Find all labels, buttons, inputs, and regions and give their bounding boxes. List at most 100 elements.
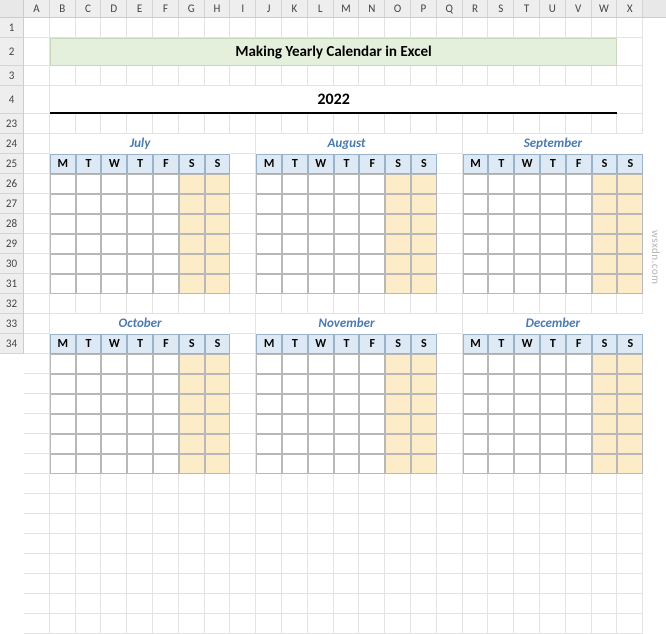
calendar-cell[interactable] — [50, 374, 76, 394]
calendar-cell[interactable] — [359, 414, 385, 434]
calendar-cell[interactable] — [205, 234, 231, 254]
calendar-cell[interactable] — [282, 214, 308, 234]
col-header[interactable]: F — [153, 0, 179, 17]
calendar-cell[interactable] — [488, 354, 514, 374]
calendar-cell[interactable] — [205, 194, 231, 214]
col-header[interactable]: M — [334, 0, 360, 17]
col-header[interactable]: G — [179, 0, 205, 17]
calendar-cell[interactable] — [256, 394, 282, 414]
calendar-cell[interactable] — [463, 174, 489, 194]
calendar-cell[interactable] — [282, 234, 308, 254]
calendar-cell[interactable] — [566, 454, 592, 474]
calendar-cell[interactable] — [127, 214, 153, 234]
calendar-cell[interactable] — [179, 194, 205, 214]
calendar-cell[interactable] — [566, 414, 592, 434]
calendar-cell[interactable] — [127, 414, 153, 434]
calendar-cell[interactable] — [50, 414, 76, 434]
calendar-cell[interactable] — [101, 414, 127, 434]
calendar-cell[interactable] — [76, 374, 102, 394]
col-header[interactable]: P — [411, 0, 437, 17]
col-header[interactable]: H — [205, 0, 231, 17]
col-header[interactable]: U — [540, 0, 566, 17]
calendar-cell[interactable] — [514, 254, 540, 274]
calendar-cell[interactable] — [205, 394, 231, 414]
col-header[interactable]: T — [514, 0, 540, 17]
calendar-cell[interactable] — [282, 254, 308, 274]
calendar-cell[interactable] — [385, 394, 411, 414]
calendar-cell[interactable] — [127, 434, 153, 454]
calendar-cell[interactable] — [334, 374, 360, 394]
calendar-cell[interactable] — [514, 214, 540, 234]
calendar-cell[interactable] — [617, 234, 643, 254]
calendar-cell[interactable] — [411, 434, 437, 454]
calendar-cell[interactable] — [334, 174, 360, 194]
calendar-cell[interactable] — [179, 354, 205, 374]
calendar-cell[interactable] — [617, 214, 643, 234]
calendar-cell[interactable] — [463, 454, 489, 474]
calendar-cell[interactable] — [463, 274, 489, 294]
calendar-cell[interactable] — [411, 354, 437, 374]
calendar-cell[interactable] — [101, 274, 127, 294]
col-header[interactable]: E — [127, 0, 153, 17]
calendar-cell[interactable] — [50, 194, 76, 214]
calendar-cell[interactable] — [514, 414, 540, 434]
calendar-cell[interactable] — [127, 174, 153, 194]
calendar-cell[interactable] — [334, 194, 360, 214]
calendar-cell[interactable] — [617, 394, 643, 414]
calendar-cell[interactable] — [153, 274, 179, 294]
calendar-cell[interactable] — [205, 454, 231, 474]
calendar-cell[interactable] — [282, 414, 308, 434]
calendar-cell[interactable] — [256, 414, 282, 434]
calendar-cell[interactable] — [540, 274, 566, 294]
calendar-cell[interactable] — [282, 454, 308, 474]
calendar-cell[interactable] — [308, 274, 334, 294]
calendar-cell[interactable] — [308, 194, 334, 214]
calendar-cell[interactable] — [256, 434, 282, 454]
calendar-cell[interactable] — [514, 434, 540, 454]
row-header[interactable]: 32 — [0, 294, 24, 314]
calendar-cell[interactable] — [359, 374, 385, 394]
calendar-cell[interactable] — [205, 374, 231, 394]
calendar-cell[interactable] — [592, 174, 618, 194]
calendar-cell[interactable] — [411, 274, 437, 294]
calendar-cell[interactable] — [334, 414, 360, 434]
calendar-cell[interactable] — [127, 274, 153, 294]
row-header[interactable]: 1 — [0, 18, 24, 38]
calendar-cell[interactable] — [101, 354, 127, 374]
calendar-cell[interactable] — [308, 354, 334, 374]
row-header[interactable]: 27 — [0, 194, 24, 214]
calendar-cell[interactable] — [488, 454, 514, 474]
col-header[interactable]: B — [50, 0, 76, 17]
calendar-cell[interactable] — [566, 354, 592, 374]
calendar-cell[interactable] — [205, 354, 231, 374]
calendar-cell[interactable] — [179, 174, 205, 194]
calendar-cell[interactable] — [463, 374, 489, 394]
calendar-cell[interactable] — [592, 394, 618, 414]
calendar-cell[interactable] — [282, 374, 308, 394]
calendar-cell[interactable] — [514, 234, 540, 254]
calendar-cell[interactable] — [488, 254, 514, 274]
calendar-cell[interactable] — [153, 434, 179, 454]
col-header[interactable]: D — [101, 0, 127, 17]
calendar-cell[interactable] — [76, 274, 102, 294]
col-header[interactable]: X — [617, 0, 643, 17]
calendar-cell[interactable] — [514, 374, 540, 394]
calendar-cell[interactable] — [488, 374, 514, 394]
calendar-cell[interactable] — [76, 354, 102, 374]
select-all-corner[interactable] — [0, 0, 24, 17]
calendar-cell[interactable] — [101, 194, 127, 214]
calendar-cell[interactable] — [101, 454, 127, 474]
calendar-cell[interactable] — [411, 194, 437, 214]
calendar-cell[interactable] — [592, 194, 618, 214]
calendar-cell[interactable] — [488, 234, 514, 254]
calendar-cell[interactable] — [308, 414, 334, 434]
calendar-cell[interactable] — [411, 454, 437, 474]
calendar-cell[interactable] — [76, 254, 102, 274]
calendar-cell[interactable] — [592, 434, 618, 454]
calendar-cell[interactable] — [488, 274, 514, 294]
calendar-cell[interactable] — [334, 354, 360, 374]
calendar-cell[interactable] — [127, 194, 153, 214]
calendar-cell[interactable] — [179, 434, 205, 454]
calendar-cell[interactable] — [359, 434, 385, 454]
row-header[interactable]: 23 — [0, 114, 24, 134]
